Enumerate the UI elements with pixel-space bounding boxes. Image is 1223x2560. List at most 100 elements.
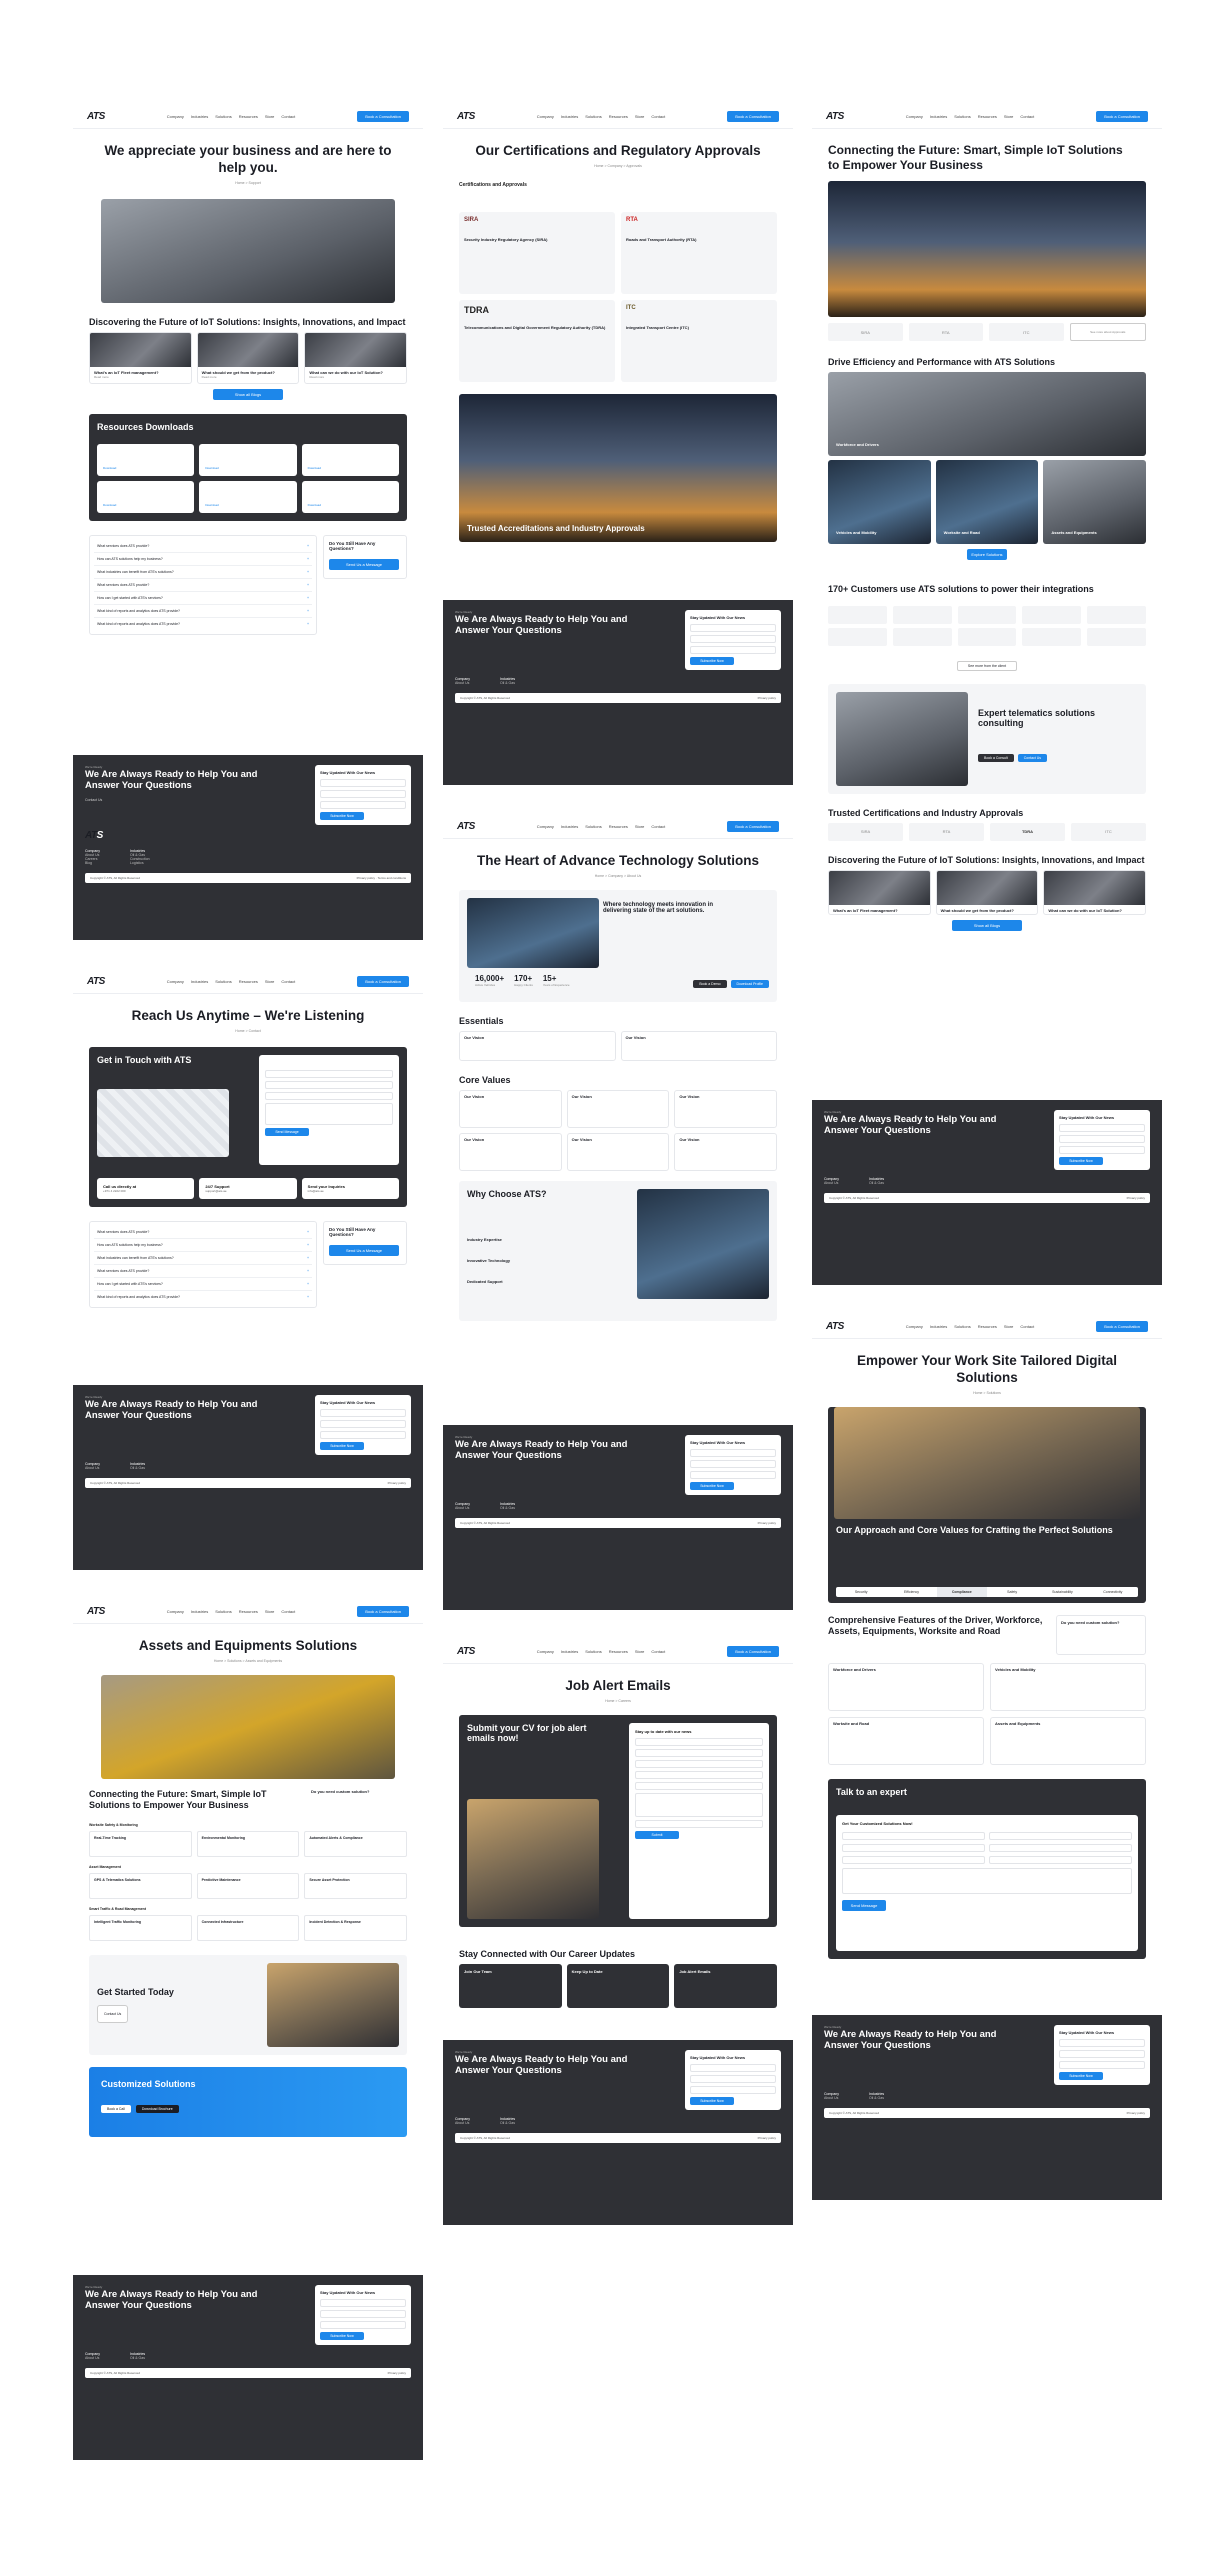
tab-security[interactable]: Security: [836, 1587, 886, 1597]
see-more-clients-button[interactable]: See more from the client: [956, 660, 1018, 671]
department-select[interactable]: [635, 1781, 763, 1790]
feature-card[interactable]: Predictive Maintenance: [196, 1873, 300, 1900]
faq-item[interactable]: What kind of reports and analytics does …: [94, 1291, 312, 1303]
faq-item[interactable]: How can ATS solutions help my business? +: [94, 553, 312, 566]
document-card[interactable]: Document Name Download: [97, 480, 195, 513]
send-message-button[interactable]: Send Message: [842, 1899, 886, 1911]
book-consultation-button[interactable]: Book a Consultation: [1096, 1321, 1148, 1332]
inquiries-card[interactable]: Send your Inquiries info@ats.ae: [301, 1177, 399, 1199]
first-name-field[interactable]: [1059, 2039, 1145, 2047]
message-field[interactable]: [635, 1792, 763, 1817]
ats-logo[interactable]: ATS: [457, 111, 475, 122]
first-name-field[interactable]: [320, 1409, 406, 1417]
faq-item[interactable]: How can I get started with ATS's service…: [94, 592, 312, 605]
book-consultation-button[interactable]: Book a Consultation: [357, 111, 409, 122]
faq-item[interactable]: What services does ATS provide? +: [94, 1265, 312, 1278]
feature-card[interactable]: Secure Asset Protection: [304, 1873, 407, 1900]
email-field[interactable]: [842, 1843, 985, 1852]
document-card[interactable]: Document Name Download: [301, 480, 399, 513]
ats-logo[interactable]: ATS: [826, 1321, 844, 1332]
tab-connectivity[interactable]: Connectivity: [1088, 1587, 1138, 1597]
download-brochure-button[interactable]: Download Brochure: [135, 2105, 179, 2114]
faq-item[interactable]: How can I get started with ATS's service…: [94, 1278, 312, 1291]
book-consultation-button[interactable]: Book a Consultation: [727, 1646, 779, 1657]
ats-logo[interactable]: ATS: [826, 111, 844, 122]
last-name-field[interactable]: [690, 635, 776, 643]
email-field[interactable]: [320, 1431, 406, 1439]
last-name-field[interactable]: [989, 1831, 1132, 1840]
book-consultation-button[interactable]: Book a Consultation: [357, 1606, 409, 1617]
see-approvals-button[interactable]: See more about Approvals: [1069, 323, 1146, 341]
solution-select[interactable]: [989, 1855, 1132, 1864]
contact-us-button[interactable]: Contact Us: [1017, 753, 1048, 762]
custom-solution-cta[interactable]: Do you need custom solution?: [1056, 1614, 1146, 1655]
feature-card[interactable]: Assets and Equipments: [990, 1716, 1146, 1765]
show-all-blogs-button[interactable]: Show all Blogs: [952, 920, 1022, 931]
book-consultation-button[interactable]: Book a Consultation: [1096, 111, 1148, 122]
last-name-field[interactable]: [320, 2310, 406, 2318]
solution-tile[interactable]: Vehicles and Mobility: [828, 460, 931, 545]
message-field[interactable]: [842, 1867, 1132, 1894]
send-message-button[interactable]: Send Us a Message: [329, 1244, 399, 1256]
feature-card[interactable]: Workforce and Drivers: [828, 1662, 984, 1711]
first-name-field[interactable]: [1059, 1124, 1145, 1132]
last-name-field[interactable]: [1059, 1135, 1145, 1143]
map[interactable]: [97, 1088, 229, 1157]
feature-card[interactable]: Incident Detection & Response: [304, 1915, 407, 1942]
call-card[interactable]: Call us directly at +971 4 2222 000: [97, 1177, 195, 1199]
first-name-field[interactable]: [690, 1449, 776, 1457]
feature-card[interactable]: Intelligent Traffic Monitoring: [89, 1915, 192, 1942]
ats-logo[interactable]: ATS: [457, 1646, 475, 1657]
feature-card[interactable]: Worksite and Road: [828, 1716, 984, 1765]
email-field[interactable]: [690, 1471, 776, 1479]
ats-logo[interactable]: ATS: [87, 976, 105, 987]
book-consult-button[interactable]: Book a Consult: [978, 753, 1014, 762]
subscribe-button[interactable]: Subscribe Now: [690, 2097, 734, 2105]
name-field[interactable]: [635, 1737, 763, 1746]
feature-card[interactable]: Connected Infrastructure: [196, 1915, 300, 1942]
email-field[interactable]: [690, 2086, 776, 2094]
career-card[interactable]: Keep Up to Date: [566, 1964, 670, 2009]
subscribe-button[interactable]: Subscribe Now: [320, 1442, 364, 1450]
feature-card[interactable]: Vehicles and Mobility: [990, 1662, 1146, 1711]
email-field[interactable]: [320, 2321, 406, 2329]
book-call-button[interactable]: Book a Call: [101, 2105, 131, 2114]
last-name-field[interactable]: [690, 2075, 776, 2083]
blog-card[interactable]: What can we do with our IoT Solution? Rea…: [304, 332, 407, 384]
feature-card[interactable]: Environmental Monitoring: [196, 1831, 300, 1858]
support-card[interactable]: 24/7 Support support@ats.ae: [199, 1177, 297, 1199]
first-name-field[interactable]: [690, 2064, 776, 2072]
contact-us-button[interactable]: Contact Us: [97, 2005, 129, 2024]
document-card[interactable]: Document Name Download: [301, 443, 399, 476]
email-field[interactable]: [1059, 2061, 1145, 2069]
feature-card[interactable]: Real-Time Tracking: [89, 1831, 192, 1858]
first-name-field[interactable]: [690, 624, 776, 632]
last-name-field[interactable]: [320, 1420, 406, 1428]
download-profile-button[interactable]: Download Profile: [730, 979, 769, 988]
faq-item[interactable]: How can ATS solutions help my business? +: [94, 1239, 312, 1252]
ats-logo[interactable]: ATS: [87, 111, 105, 122]
send-message-button[interactable]: Send Us a Message: [329, 558, 399, 570]
first-name-field[interactable]: [320, 779, 406, 787]
book-consultation-button[interactable]: Book a Consultation: [357, 976, 409, 987]
custom-solution-cta[interactable]: Do you need custom solution?: [311, 1789, 407, 1812]
faq-item[interactable]: What services does ATS provide? +: [94, 579, 312, 592]
faq-item[interactable]: What services does ATS provide? +: [94, 1226, 312, 1239]
phone-field[interactable]: [989, 1843, 1132, 1852]
nav-contact[interactable]: Contact: [281, 114, 295, 119]
book-consultation-button[interactable]: Book a Consultation: [727, 821, 779, 832]
send-message-button[interactable]: Send Message: [265, 1127, 309, 1136]
email-field[interactable]: [1059, 1146, 1145, 1154]
blog-card[interactable]: What should we get from the product?: [935, 870, 1039, 915]
document-card[interactable]: Document Name Download: [97, 443, 195, 476]
career-card[interactable]: Join Our Team: [459, 1964, 562, 2009]
solution-tile[interactable]: Worksite and Road: [935, 460, 1039, 545]
subscribe-button[interactable]: Subscribe Now: [690, 657, 734, 665]
first-name-field[interactable]: [320, 2299, 406, 2307]
faq-item[interactable]: What kind of reports and analytics does …: [94, 618, 312, 630]
email-field[interactable]: [320, 801, 406, 809]
last-name-field[interactable]: [690, 1460, 776, 1468]
privacy-link[interactable]: Privacy policy: [357, 876, 375, 880]
subscribe-button[interactable]: Subscribe Now: [320, 812, 364, 820]
solution-tile[interactable]: Workforce and Drivers: [828, 372, 1146, 457]
